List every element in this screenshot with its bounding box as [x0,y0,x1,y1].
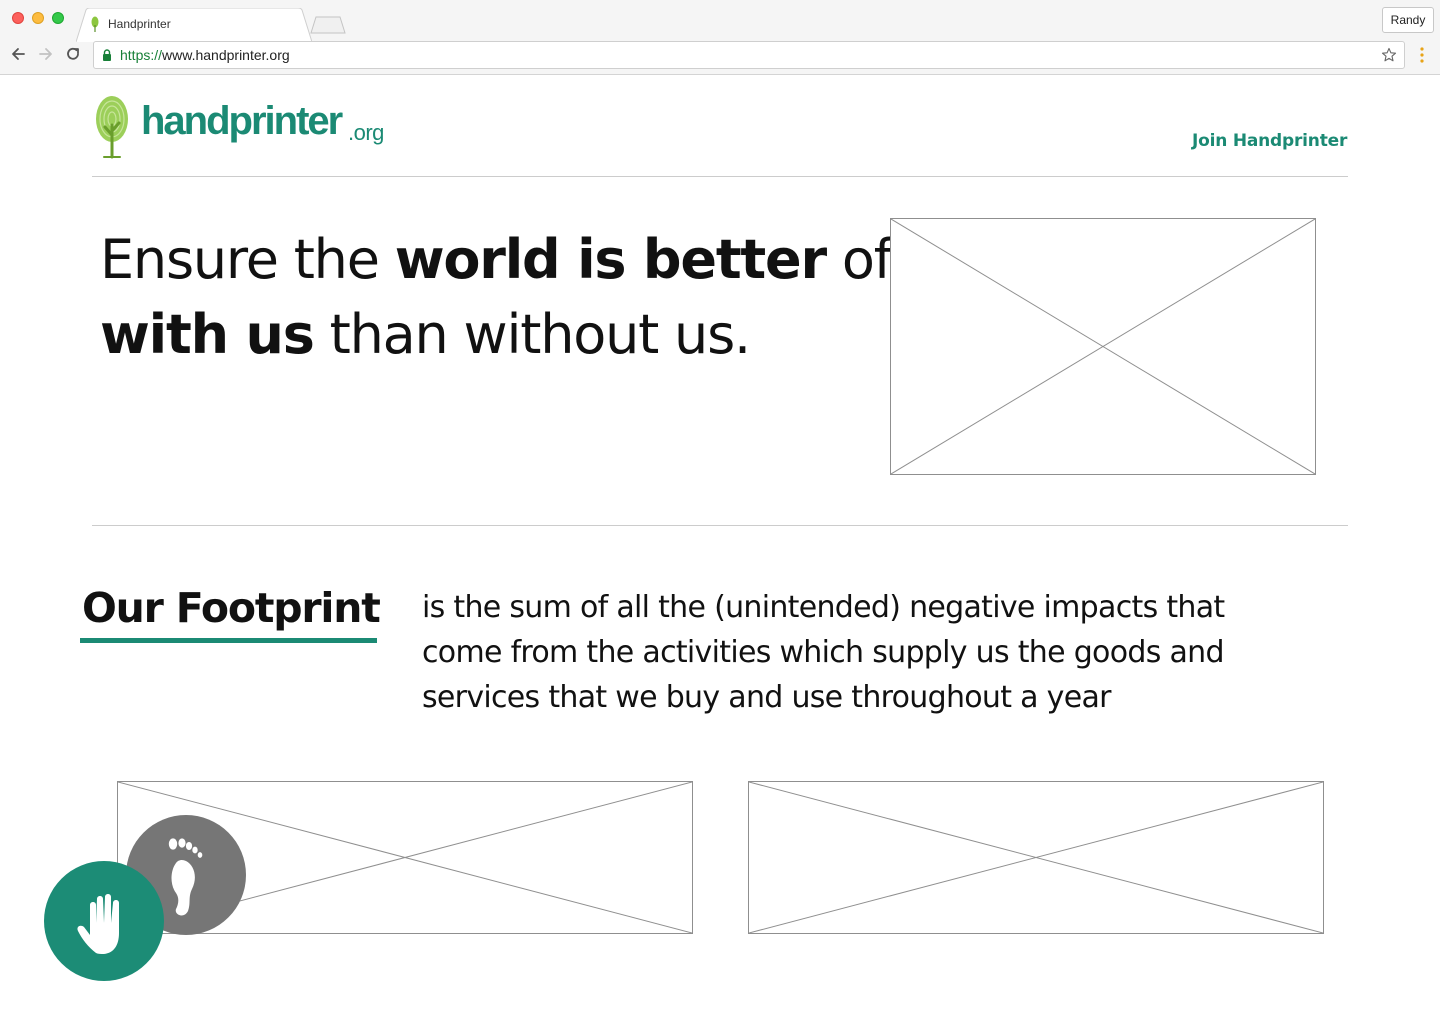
tree-logo-icon [96,96,128,159]
header-divider [92,176,1348,177]
url-scheme: https:// [120,47,163,63]
hand-icon [77,894,119,954]
hero-text: Ensure the [100,228,395,291]
close-window-button[interactable] [12,12,24,24]
maximize-window-button[interactable] [52,12,64,24]
bookmark-star-icon[interactable] [1381,47,1397,63]
image-placeholder-cross [749,782,1323,933]
address-bar[interactable]: https://www.handprinter.org [93,41,1405,69]
minimize-window-button[interactable] [32,12,44,24]
hero-image-placeholder [890,218,1316,475]
new-tab-button[interactable] [310,16,346,34]
footprint-title-underline [80,638,377,643]
lock-icon[interactable] [102,49,112,61]
hero-emphasis: world is better [394,228,827,291]
tab-title: Handprinter [108,17,171,31]
url-text[interactable]: https://www.handprinter.org [120,47,290,64]
browser-tab[interactable]: Handprinter [76,8,312,42]
hero-emphasis: with us [100,303,315,366]
section-divider [92,525,1348,526]
right-image-placeholder [748,781,1324,934]
hero-line-1: Ensure the world is better off [100,222,911,297]
profile-button[interactable]: Randy [1382,7,1434,33]
site-logo[interactable]: handprinter .org [94,95,394,159]
description-line: services that we buy and use throughout … [422,680,1111,715]
hero-line-2: with us than without us. [100,297,880,372]
url-host: www.handprinter.org [162,47,290,63]
leaf-favicon-icon [91,16,99,32]
image-placeholder-cross [891,219,1315,474]
back-arrow-icon[interactable] [9,45,27,63]
browser-chrome: Handprinter Randy https://www.handprinte… [0,0,1440,75]
description-line: come from the activities which supply us… [422,635,1225,670]
browser-menu-icon[interactable] [1416,46,1428,64]
forward-arrow-icon[interactable] [37,45,55,63]
reload-icon[interactable] [64,45,82,63]
description-line: is the sum of all the (unintended) negat… [422,590,1225,625]
handprint-badge[interactable] [44,861,164,981]
logo-tld: .org [348,120,384,145]
join-handprinter-link[interactable]: Join Handprinter [1192,131,1347,151]
hero-heading: Ensure the world is better off with us t… [100,222,911,372]
footprint-description: is the sum of all the (unintended) negat… [422,585,1302,720]
footprint-title: Our Footprint [82,584,381,632]
hero-text: than without us. [313,303,752,366]
logo-wordmark: handprinter [141,99,343,143]
